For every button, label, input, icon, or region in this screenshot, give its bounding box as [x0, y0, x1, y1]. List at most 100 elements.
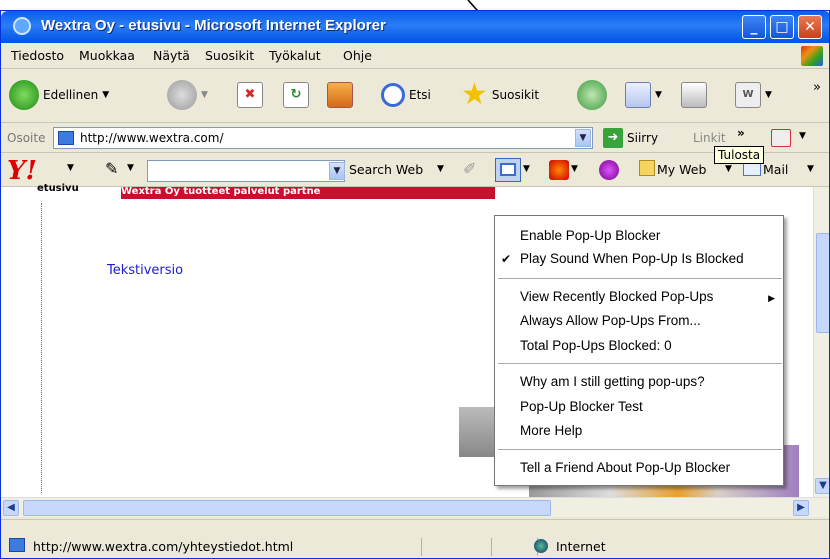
- title-bar: Wextra Oy - etusivu - Microsoft Internet…: [1, 11, 829, 43]
- status-page-icon: [9, 538, 25, 552]
- links-overflow[interactable]: »: [737, 126, 745, 140]
- back-dropdown-icon[interactable]: ▼: [102, 90, 109, 100]
- favorites-button[interactable]: ★ Suosikit: [461, 77, 539, 113]
- launchcast-icon[interactable]: [599, 160, 619, 180]
- home-button[interactable]: [327, 77, 353, 113]
- minimize-button[interactable]: _: [742, 15, 766, 39]
- search-icon: [381, 83, 405, 107]
- menu-tyokalut[interactable]: Työkalut: [269, 48, 321, 63]
- horizontal-scroll-thumb[interactable]: [23, 500, 551, 516]
- go-label[interactable]: Siirry: [627, 131, 658, 145]
- close-button[interactable]: ✕: [798, 15, 822, 39]
- address-url: http://www.wextra.com/: [80, 131, 224, 145]
- menu-separator: [498, 278, 782, 279]
- my-web-dropdown-icon[interactable]: ▼: [725, 164, 732, 174]
- stop-button[interactable]: ✖: [237, 77, 263, 113]
- pencil-dropdown-icon[interactable]: ▼: [127, 163, 134, 173]
- edit-dropdown-icon[interactable]: ▼: [765, 90, 772, 100]
- refresh-button[interactable]: ↻: [283, 77, 309, 113]
- status-zone: Internet: [534, 539, 606, 554]
- antispy-icon[interactable]: [549, 160, 569, 180]
- my-web-button[interactable]: My Web: [657, 162, 706, 177]
- menu-total-blocked[interactable]: Total Pop-Ups Blocked: 0: [520, 338, 672, 353]
- popup-blocker-dropdown-icon[interactable]: ▼: [523, 164, 530, 174]
- standard-toolbar: Edellinen ▼ ▼ ✖ ↻ Etsi ★ Suosikit ▼ W ▼ »: [1, 69, 829, 123]
- yahoo-search-dropdown-icon[interactable]: ▼: [329, 162, 345, 180]
- forward-dropdown-icon[interactable]: ▼: [201, 90, 208, 100]
- menu-why-popups[interactable]: Why am I still getting pop-ups?: [520, 374, 705, 389]
- word-button[interactable]: W ▼: [735, 77, 772, 113]
- yahoo-dropdown-icon[interactable]: ▼: [67, 163, 74, 173]
- vertical-scrollbar[interactable]: ▼: [813, 187, 829, 497]
- address-label: Osoite: [7, 131, 46, 145]
- toolbar-overflow[interactable]: »: [813, 69, 821, 105]
- menu-popup-test[interactable]: Pop-Up Blocker Test: [520, 399, 643, 414]
- text-version-link[interactable]: Tekstiversio: [107, 263, 183, 278]
- favorites-star-icon: ★: [461, 77, 488, 112]
- favorites-label: Suosikit: [491, 88, 540, 102]
- yahoo-toolbar: Y! ▼ ✎ ▼ ▼ Search Web ▼ ✐ ▼ ▼ My Web ▼ M…: [1, 153, 829, 187]
- menu-nayta[interactable]: Näytä: [153, 48, 190, 63]
- pencil-icon[interactable]: ✎: [105, 159, 118, 178]
- antispy-dropdown-icon[interactable]: ▼: [571, 164, 578, 174]
- menu-tell-a-friend[interactable]: Tell a Friend About Pop-Up Blocker: [520, 460, 730, 475]
- history-button[interactable]: [577, 77, 607, 113]
- forward-button[interactable]: ▼: [167, 77, 208, 113]
- menu-tiedosto[interactable]: Tiedosto: [11, 48, 64, 63]
- address-dropdown-icon[interactable]: ▼: [575, 129, 591, 147]
- go-arrow-icon[interactable]: ➜: [603, 128, 623, 148]
- highlight-pen-icon[interactable]: ✐: [463, 159, 476, 178]
- search-button[interactable]: Etsi: [381, 77, 431, 113]
- refresh-icon: ↻: [283, 82, 309, 108]
- menu-play-sound[interactable]: Play Sound When Pop-Up Is Blocked: [520, 251, 744, 266]
- links-label[interactable]: Linkit: [693, 131, 726, 145]
- print-tooltip: Tulosta: [714, 146, 765, 164]
- acrobat-dropdown-icon[interactable]: ▼: [799, 131, 806, 141]
- mail-icon: [743, 163, 761, 176]
- menu-muokkaa[interactable]: Muokkaa: [79, 48, 135, 63]
- scroll-right-arrow-icon[interactable]: ▶: [793, 500, 809, 516]
- menu-more-help[interactable]: More Help: [520, 423, 582, 438]
- dotted-divider: [41, 203, 42, 493]
- print-button[interactable]: [681, 77, 707, 113]
- yahoo-logo[interactable]: Y!: [7, 156, 37, 186]
- search-web-dropdown-icon[interactable]: ▼: [437, 164, 444, 174]
- menu-ohje[interactable]: Ohje: [343, 48, 372, 63]
- menu-always-allow[interactable]: Always Allow Pop-Ups From...: [520, 313, 701, 328]
- mail-dropdown-icon[interactable]: ▼: [655, 90, 662, 100]
- yahoo-mail-button[interactable]: Mail: [763, 162, 788, 177]
- status-divider: [491, 538, 492, 556]
- yahoo-search-input[interactable]: [147, 160, 345, 182]
- ie-logo-icon: [13, 17, 31, 35]
- menu-view-recently-blocked[interactable]: View Recently Blocked Pop-Ups: [520, 289, 713, 304]
- internet-globe-icon: [534, 539, 548, 553]
- menu-enable-popup-blocker[interactable]: Enable Pop-Up Blocker: [520, 228, 660, 243]
- back-button[interactable]: Edellinen ▼: [9, 77, 109, 113]
- status-bar: http://www.wextra.com/yhteystiedot.html …: [1, 519, 829, 558]
- menu-separator: [498, 363, 782, 364]
- mail-button[interactable]: ▼: [625, 77, 662, 113]
- address-bar: Osoite http://www.wextra.com/ ▼ ➜ Siirry…: [1, 123, 829, 153]
- popup-blocker-button[interactable]: [495, 158, 521, 182]
- word-edit-icon: W: [735, 82, 761, 108]
- maximize-button[interactable]: □: [770, 15, 794, 39]
- back-arrow-icon: [9, 80, 39, 110]
- windows-logo-icon: [801, 46, 823, 66]
- scroll-left-arrow-icon[interactable]: ◀: [3, 500, 19, 516]
- search-label: Etsi: [409, 88, 431, 102]
- submenu-arrow-icon: ▶: [768, 293, 775, 303]
- address-input[interactable]: http://www.wextra.com/: [53, 127, 593, 149]
- home-icon: [327, 82, 353, 108]
- menu-suosikit[interactable]: Suosikit: [205, 48, 254, 63]
- mail-dropdown-icon[interactable]: ▼: [807, 164, 814, 174]
- vertical-scroll-thumb[interactable]: [816, 233, 829, 333]
- nav-red-band[interactable]: Wextra Oy tuotteet palvelut partne: [121, 187, 495, 199]
- history-icon: [577, 80, 607, 110]
- horizontal-scrollbar[interactable]: ◀ ▶: [1, 497, 829, 517]
- scroll-down-arrow-icon[interactable]: ▼: [815, 478, 829, 494]
- product-image-fragment: [459, 407, 499, 457]
- menu-separator: [498, 449, 782, 450]
- acrobat-icon[interactable]: [771, 129, 791, 147]
- search-web-button[interactable]: Search Web: [349, 162, 423, 177]
- nav-etusivu[interactable]: etusivu: [37, 183, 79, 194]
